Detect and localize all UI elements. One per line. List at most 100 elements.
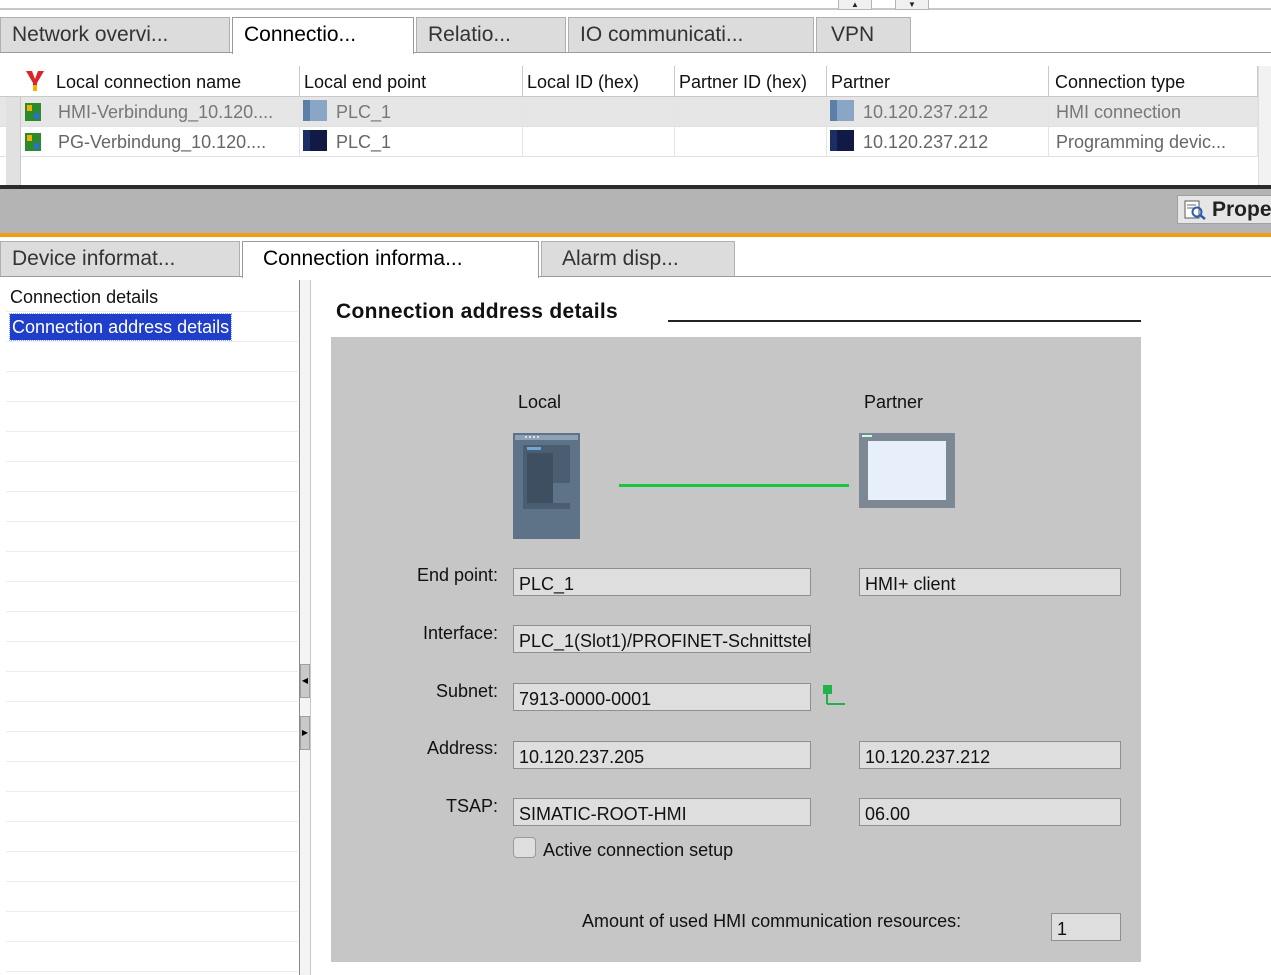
nav-divider [6,311,298,312]
tab-io-communication[interactable]: IO communicati... [568,17,814,52]
address-details-panel: Local Partner End point: Interface: Subn… [331,337,1141,962]
cell-partner[interactable]: 10.120.237.212 [827,127,1049,157]
editor-tabs: Network overvi... Connectio... Relatio..… [0,17,1271,54]
cell-text: 10.120.237.212 [863,132,989,152]
nav-divider [6,911,298,912]
column-local-id[interactable]: Local ID (hex) [523,66,675,97]
cell-text: PG-Verbindung_10.120.... [58,132,267,152]
nav-divider [6,701,298,702]
expand-right-button[interactable]: ▶ [300,716,310,750]
nav-divider [6,731,298,732]
interface-label: Interface: [422,623,498,643]
nav-divider [6,761,298,762]
cell-text: HMI-Verbindung_10.120.... [58,102,274,122]
cell-local-end-point[interactable]: PLC_1 [300,127,523,157]
table-header: Local connection name Local end point Lo… [0,66,1258,97]
subnet-icon [823,685,845,705]
tab-device-information[interactable]: Device informat... [0,241,240,276]
column-connection-type[interactable]: Connection type [1049,66,1258,97]
local-interface-field[interactable]: PLC_1(Slot1)/PROFINET-Schnittstelle [513,625,811,653]
connection-link-line [619,484,849,487]
nav-divider [6,461,298,462]
nav-divider [6,611,298,612]
properties-label: Prope [1212,198,1271,221]
partner-heading: Partner [864,392,924,412]
nav-divider [6,401,298,402]
cell-local-id[interactable] [523,97,675,127]
properties-button[interactable]: Prope [1177,195,1271,224]
tsap-label: TSAP: [445,796,498,816]
table-row[interactable]: HMI-Verbindung_10.120.... PLC_1 10.120.2… [0,97,1258,127]
hmi-resources-field[interactable]: 1 [1051,913,1121,941]
connection-type-icon [26,71,44,91]
collapse-left-button[interactable]: ◀ [300,664,310,698]
nav-item-connection-address-details[interactable]: Connection address details [8,313,233,341]
cell-partner[interactable]: 10.120.237.212 [827,97,1049,127]
nav-divider [6,641,298,642]
end-point-label: End point: [416,565,498,585]
row-header[interactable] [6,157,21,187]
nav-divider [6,371,298,372]
column-local-connection-name[interactable]: Local connection name [20,66,300,97]
sort-up-button[interactable]: ▲ [838,0,872,10]
table-row-empty[interactable] [0,157,1258,187]
active-connection-setup-checkbox[interactable] [513,837,536,858]
partner-end-point-field[interactable]: HMI+ client [859,568,1121,596]
connection-icon [25,133,41,151]
row-header[interactable] [6,97,21,127]
tab-network-overview[interactable]: Network overvi... [0,17,230,52]
column-partner[interactable]: Partner [827,66,1049,97]
nav-divider [6,791,298,792]
table-row[interactable]: PG-Verbindung_10.120.... PLC_1 10.120.23… [0,127,1258,157]
inspector-navigation: Connection details Connection address de… [6,282,298,975]
nav-item-connection-details[interactable]: Connection details [10,284,158,310]
top-divider [0,8,1271,10]
column-label: Local connection name [56,72,242,92]
cell-connection-name[interactable]: PG-Verbindung_10.120.... [20,127,300,157]
inspector-bar: Prope [0,189,1271,233]
cell-local-end-point[interactable]: PLC_1 [300,97,523,127]
local-end-point-field[interactable]: PLC_1 [513,568,811,596]
nav-divider [6,341,298,342]
pane-splitter[interactable]: ◀ ▶ [299,280,311,975]
column-partner-id[interactable]: Partner ID (hex) [675,66,827,97]
row-header[interactable] [6,127,21,157]
cell-partner-id[interactable] [675,127,827,157]
nav-divider [6,851,298,852]
properties-icon [1184,200,1206,220]
plc-icon [303,100,327,121]
table-scrollbar[interactable] [1258,66,1271,188]
partner-tsap-field[interactable]: 06.00 [859,798,1121,826]
cell-partner-id[interactable] [675,97,827,127]
tab-alarm-display[interactable]: Alarm disp... [541,241,735,276]
subnet-label: Subnet: [435,681,498,701]
sort-down-button[interactable]: ▼ [895,0,929,10]
local-address-field[interactable]: 10.120.237.205 [513,741,811,769]
section-title-rule [668,320,1141,322]
cell-connection-type[interactable]: Programming devic... [1049,127,1258,157]
section-title: Connection address details [336,300,619,323]
local-subnet-field[interactable]: 7913-0000-0001 [513,683,811,711]
cell-connection-name[interactable]: HMI-Verbindung_10.120.... [20,97,300,127]
plc-device-icon [513,433,580,539]
nav-divider [6,971,298,972]
cell-connection-type[interactable]: HMI connection [1049,97,1258,127]
nav-divider [6,581,298,582]
tab-vpn[interactable]: VPN [816,17,911,52]
tab-connections[interactable]: Connectio... [232,17,414,54]
plc-icon [830,130,854,151]
nav-divider [6,941,298,942]
partner-address-field[interactable]: 10.120.237.212 [859,741,1121,769]
cell-local-id[interactable] [523,127,675,157]
plc-icon [830,100,854,121]
tab-connection-information[interactable]: Connection informa... [242,241,539,278]
nav-divider [6,821,298,822]
top-tab-strip: ▲ ▼ Network overvi... Connectio... Relat… [0,0,1271,54]
local-heading: Local [518,392,562,412]
nav-divider [6,431,298,432]
nav-divider [6,881,298,882]
column-local-end-point[interactable]: Local end point [300,66,523,97]
tab-relations[interactable]: Relatio... [416,17,566,52]
cell-text: PLC_1 [336,132,392,152]
local-tsap-field[interactable]: SIMATIC-ROOT-HMI [513,798,811,826]
